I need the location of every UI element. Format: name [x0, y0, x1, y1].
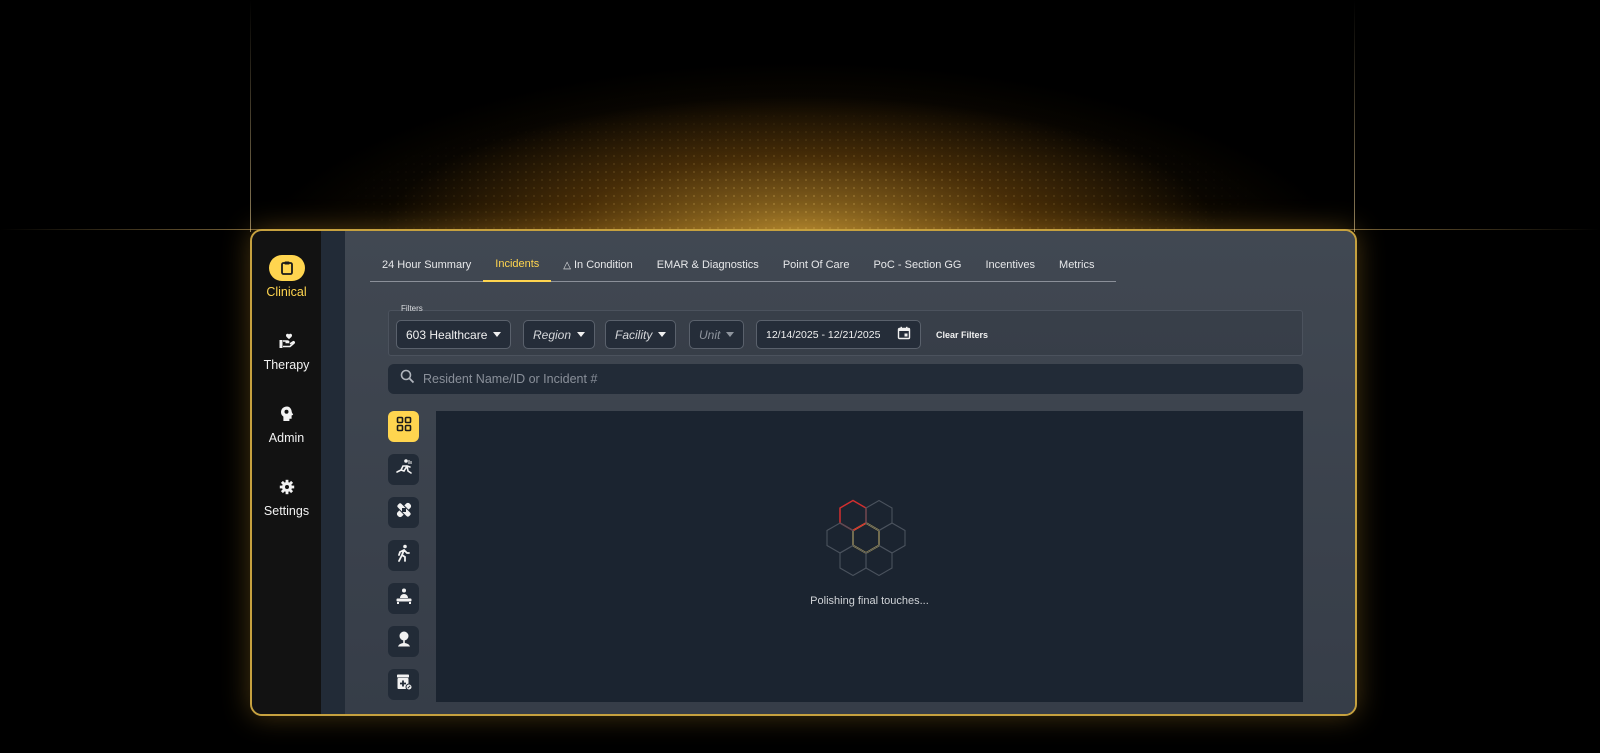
clipboard-icon: [268, 255, 305, 281]
filters-legend: Filters: [401, 304, 423, 313]
category-bed-button[interactable]: [388, 583, 419, 614]
head-lightbulb-icon: [269, 401, 305, 427]
tab-incentives[interactable]: Incentives: [974, 248, 1048, 282]
medicine-box-icon: [395, 673, 413, 696]
tab-24-hour-summary[interactable]: 24 Hour Summary: [370, 248, 483, 282]
grid-icon: [396, 416, 412, 437]
clear-filters-button[interactable]: Clear Filters: [936, 330, 988, 340]
tab-incidents[interactable]: Incidents: [483, 248, 552, 282]
sidebar-item-label: Settings: [263, 504, 310, 518]
gear-icon: [269, 474, 305, 500]
search-bar: [388, 364, 1303, 394]
tab-point-of-care[interactable]: Point Of Care: [771, 248, 862, 282]
sidebar-item-settings[interactable]: Settings: [252, 474, 321, 518]
category-medication-button[interactable]: [388, 669, 419, 700]
tab-emar-diagnostics[interactable]: EMAR & Diagnostics: [645, 248, 771, 282]
category-all-button[interactable]: [388, 411, 419, 442]
sidebar-item-label: Admin: [268, 431, 305, 445]
person-tree-icon: [395, 630, 413, 653]
search-input[interactable]: [423, 372, 1223, 386]
facility-placeholder: Facility: [615, 327, 653, 342]
hexagon-loader-icon: [826, 499, 906, 577]
loader-hexagon: [839, 499, 867, 532]
search-icon: [400, 369, 415, 389]
sidebar-item-therapy[interactable]: Therapy: [252, 328, 321, 372]
category-outdoor-button[interactable]: [388, 626, 419, 657]
tab-metrics[interactable]: Metrics: [1047, 248, 1106, 282]
region-select[interactable]: Region: [523, 320, 596, 349]
dropdown-arrow-icon: [726, 332, 735, 337]
bandage-icon: [395, 501, 413, 524]
sidebar-collapse-strip: [321, 231, 345, 714]
background-dot-pattern: [250, 40, 1350, 230]
date-range-picker[interactable]: 12/14/2025 - 12/21/2025: [756, 320, 921, 349]
light-beam-right: [1354, 0, 1355, 232]
person-bed-icon: [395, 587, 413, 610]
tab-poc-section-gg[interactable]: PoC - Section GG: [861, 248, 973, 282]
tab-bar: 24 Hour Summary Incidents △ In Condition…: [370, 248, 1116, 282]
category-wounds-button[interactable]: [388, 497, 419, 528]
unit-placeholder: Unit: [699, 327, 721, 342]
sidebar: Clinical Therapy Admin Settings: [252, 231, 321, 714]
sidebar-item-label: Therapy: [263, 358, 310, 372]
organization-value: 603 Healthcare: [406, 327, 488, 342]
loader-hexagon: [878, 522, 906, 554]
dropdown-arrow-icon: [658, 332, 667, 337]
fall-icon: [395, 458, 413, 481]
category-mobility-button[interactable]: [388, 540, 419, 571]
incidents-panel: Polishing final touches...: [436, 411, 1303, 702]
unit-select[interactable]: Unit: [689, 320, 745, 349]
loading-text: Polishing final touches...: [810, 595, 929, 607]
main-content: 24 Hour Summary Incidents △ In Condition…: [345, 231, 1355, 714]
facility-select[interactable]: Facility: [605, 320, 677, 349]
sidebar-item-clinical[interactable]: Clinical: [252, 255, 321, 299]
dropdown-arrow-icon: [577, 332, 586, 337]
date-range-value: 12/14/2025 - 12/21/2025: [766, 328, 881, 341]
hand-heart-icon: [269, 328, 305, 354]
filters-group: Filters 603 Healthcare Region Facility U…: [388, 304, 1303, 356]
tab-in-condition[interactable]: △ In Condition: [551, 248, 644, 282]
organization-select[interactable]: 603 Healthcare: [396, 320, 512, 349]
region-placeholder: Region: [533, 327, 572, 342]
tab-label: In Condition: [574, 259, 633, 271]
walking-person-icon: [396, 544, 412, 567]
app-window: Clinical Therapy Admin Settings 24 Hour …: [250, 229, 1357, 716]
light-beam-left: [250, 0, 251, 232]
dropdown-arrow-icon: [493, 332, 502, 337]
sidebar-item-label: Clinical: [266, 285, 307, 299]
sidebar-item-admin[interactable]: Admin: [252, 401, 321, 445]
warning-triangle-icon: △: [563, 259, 571, 271]
category-falls-button[interactable]: [388, 454, 419, 485]
calendar-icon[interactable]: [897, 326, 911, 343]
